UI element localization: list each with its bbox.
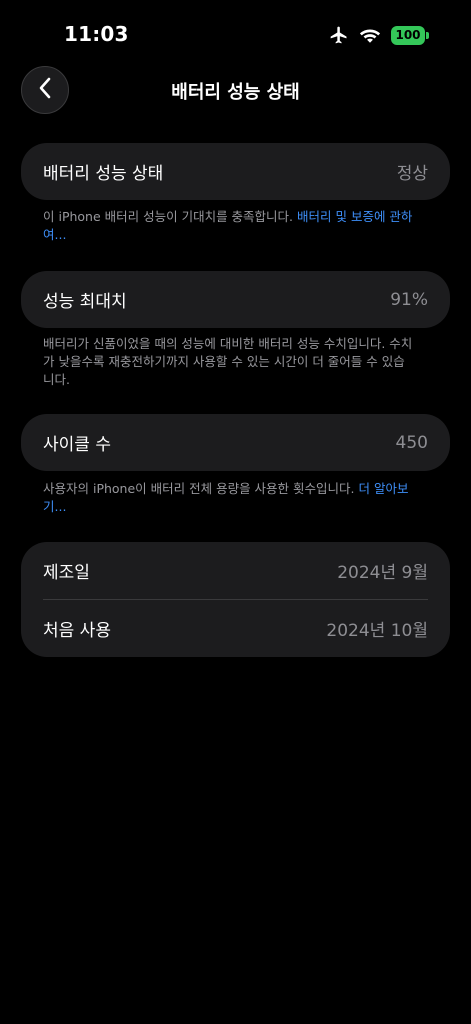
cycle-count-row: 사이클 수 450 — [43, 414, 428, 471]
battery-health-label: 배터리 성능 상태 — [43, 164, 164, 184]
page-title: 배터리 성능 상태 — [171, 82, 300, 103]
battery-health-card: 배터리 성능 상태 정상 — [21, 143, 450, 200]
cycle-count-value: 450 — [395, 432, 428, 453]
battery-icon: 100 — [391, 25, 429, 45]
cycle-count-footnote-text: 사용자의 iPhone이 배터리 전체 용량을 사용한 횟수입니다. — [43, 481, 359, 496]
battery-level: 100 — [391, 25, 425, 45]
battery-health-footnote: 이 iPhone 배터리 성능이 기대치를 충족합니다. 배터리 및 보증에 관… — [43, 208, 413, 244]
dates-card: 제조일 2024년 9월 처음 사용 2024년 10월 — [21, 542, 450, 657]
max-capacity-value: 91% — [390, 289, 428, 310]
battery-health-row: 배터리 성능 상태 정상 — [43, 143, 428, 200]
max-capacity-card: 성능 최대치 91% — [21, 271, 450, 328]
max-capacity-footnote: 배터리가 신품이었을 때의 성능에 대비한 배터리 성능 수치입니다. 수치가 … — [43, 336, 413, 387]
status-time: 11:03 — [64, 22, 129, 46]
cycle-count-label: 사이클 수 — [43, 435, 111, 455]
wifi-icon — [359, 26, 381, 44]
cycle-count-card: 사이클 수 450 — [21, 414, 450, 471]
first-use-value: 2024년 10월 — [326, 621, 428, 641]
status-bar: 11:03 100 — [0, 0, 471, 64]
status-icons: 100 — [329, 24, 429, 46]
battery-cap — [426, 31, 429, 39]
cycle-count-footnote: 사용자의 iPhone이 배터리 전체 용량을 사용한 횟수입니다. 더 알아보… — [43, 480, 413, 516]
battery-health-footnote-text: 이 iPhone 배터리 성능이 기대치를 충족합니다. — [43, 209, 298, 224]
first-use-label: 처음 사용 — [43, 621, 111, 641]
manufacture-date-row: 제조일 2024년 9월 — [43, 542, 428, 599]
max-capacity-label: 성능 최대치 — [43, 292, 127, 312]
first-use-row: 처음 사용 2024년 10월 — [43, 600, 428, 657]
manufacture-date-label: 제조일 — [43, 563, 90, 583]
nav-bar: 배터리 성능 상태 — [0, 66, 471, 114]
airplane-mode-icon — [329, 25, 349, 45]
max-capacity-row: 성능 최대치 91% — [43, 271, 428, 328]
battery-health-value: 정상 — [396, 164, 428, 184]
manufacture-date-value: 2024년 9월 — [337, 563, 428, 583]
